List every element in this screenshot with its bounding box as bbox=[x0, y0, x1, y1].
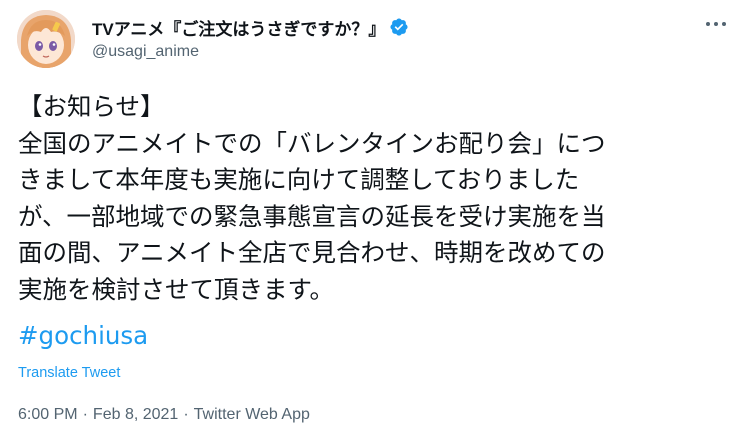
more-dot bbox=[722, 22, 726, 26]
avatar[interactable] bbox=[17, 10, 75, 68]
tweet-text-line: 面の間、アニメイト全店で見合わせ、時期を改めての bbox=[18, 238, 606, 267]
hashtag-link[interactable]: #gochiusa bbox=[18, 318, 148, 354]
tweet-text: 【お知らせ】 全国のアニメイトでの「バレンタインお配り会」につ きまして本年度も… bbox=[18, 89, 733, 308]
tweet: TVアニメ『ご注文はうさぎですか？』 @usagi_anime 【お知らせ】 全… bbox=[0, 0, 745, 448]
separator: · bbox=[183, 406, 189, 423]
avatar-image-icon bbox=[17, 10, 75, 68]
more-dot bbox=[706, 22, 710, 26]
tweet-text-line: 実施を検討させて頂きます。 bbox=[18, 274, 335, 304]
tweet-text-line: 全国のアニメイトでの「バレンタインお配り会」につ bbox=[18, 128, 606, 158]
author-handle[interactable]: @usagi_anime bbox=[92, 43, 199, 61]
more-dot bbox=[714, 22, 718, 26]
verified-badge-icon bbox=[390, 18, 408, 36]
tweet-date[interactable]: Feb 8, 2021 bbox=[93, 406, 178, 423]
tweet-text-line: が、一部地域での緊急事態宣言の延長を受け実施を当 bbox=[18, 201, 606, 231]
tweet-metadata: 6:00 PM · Feb 8, 2021 · Twitter Web App bbox=[18, 406, 310, 424]
author-display-name[interactable]: TVアニメ『ご注文はうさぎですか？』 bbox=[92, 15, 385, 40]
tweet-source[interactable]: Twitter Web App bbox=[194, 406, 310, 423]
tweet-text-line: 【お知らせ】 bbox=[18, 92, 165, 121]
separator: · bbox=[82, 406, 88, 423]
more-options-icon[interactable] bbox=[706, 20, 726, 28]
tweet-text-line: きまして本年度も実施に向けて調整しておりました bbox=[18, 165, 580, 194]
tweet-time[interactable]: 6:00 PM bbox=[18, 406, 78, 423]
translate-tweet-link[interactable]: Translate Tweet bbox=[18, 365, 120, 381]
author-name-row: TVアニメ『ご注文はうさぎですか？』 bbox=[92, 15, 409, 40]
